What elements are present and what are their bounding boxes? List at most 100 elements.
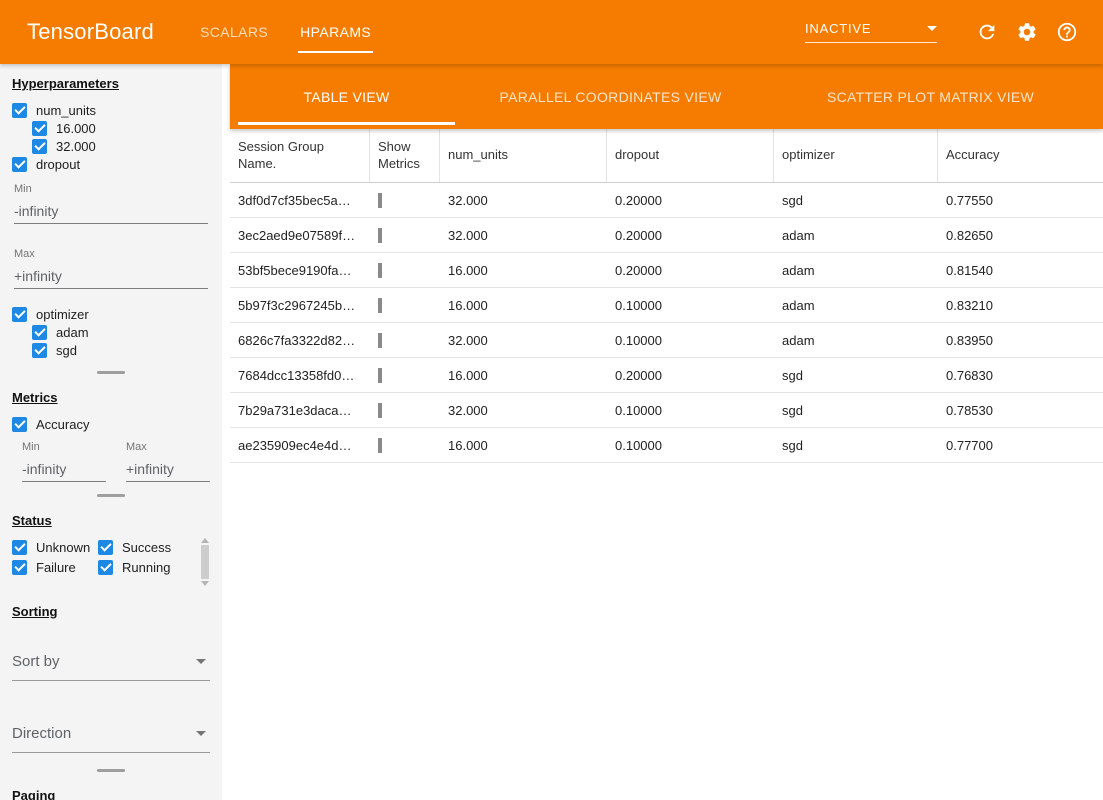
section-resize-handle[interactable] (97, 494, 125, 497)
dropout-max-input[interactable] (14, 260, 208, 289)
tab-hparams-label: HPARAMS (300, 24, 371, 40)
show-metrics-checkbox[interactable] (378, 193, 382, 208)
reload-status-value: INACTIVE (805, 21, 871, 36)
table-row[interactable]: 53bf5bece9190fa… 16.000 0.20000 adam 0.8… (230, 253, 1103, 288)
num-units-value: 32.000 (440, 403, 607, 418)
dropout-value: 0.10000 (607, 438, 774, 453)
optimizer-value: adam (774, 228, 938, 243)
status-heading: Status (12, 513, 210, 528)
table-row[interactable]: 7684dcc13358fd0… 16.000 0.20000 sgd 0.76… (230, 358, 1103, 393)
checkbox-accuracy[interactable]: Accuracy (12, 415, 210, 433)
col-accuracy[interactable]: Accuracy (938, 129, 1103, 182)
num-units-value: 32.000 (440, 193, 607, 208)
dropout-value: 0.20000 (607, 228, 774, 243)
toolbar-actions: INACTIVE (805, 20, 1079, 44)
gear-icon (1016, 21, 1038, 43)
optimizer-value: adam (774, 263, 938, 278)
metrics-heading: Metrics (12, 390, 210, 405)
checkbox-checked-icon (32, 343, 47, 358)
checkbox-status-success[interactable]: Success (98, 538, 199, 556)
sort-by-select[interactable]: Sort by (12, 649, 210, 681)
optimizer-value: sgd (774, 193, 938, 208)
status-running-label: Running (122, 560, 170, 575)
accuracy-value: 0.81540 (938, 263, 1103, 278)
dropout-value: 0.10000 (607, 298, 774, 313)
checkbox-optimizer-adam[interactable]: adam (32, 323, 210, 341)
tab-scalars-label: SCALARS (200, 24, 268, 40)
sorting-heading: Sorting (12, 604, 210, 619)
col-dropout[interactable]: dropout (607, 129, 774, 182)
tab-scatter-plot-matrix-view[interactable]: SCATTER PLOT MATRIX VIEW (758, 64, 1103, 129)
tab-table-view[interactable]: TABLE VIEW (230, 64, 463, 129)
col-optimizer[interactable]: optimizer (774, 129, 938, 182)
section-resize-handle[interactable] (97, 769, 125, 772)
session-group-name: 3ec2aed9e07589f… (230, 228, 370, 243)
tab-scalars[interactable]: SCALARS (184, 0, 284, 64)
scrollbar-thumb[interactable] (201, 545, 209, 579)
table-row[interactable]: 3df0d7cf35bec5a… 32.000 0.20000 sgd 0.77… (230, 183, 1103, 218)
session-group-name: 7b29a731e3daca… (230, 403, 370, 418)
checkbox-status-running[interactable]: Running (98, 558, 199, 576)
table-row[interactable]: 3ec2aed9e07589f… 32.000 0.20000 adam 0.8… (230, 218, 1103, 253)
dropout-value: 0.20000 (607, 263, 774, 278)
col-session-group-name[interactable]: Session Group Name. (230, 129, 370, 182)
accuracy-min-input[interactable] (22, 453, 106, 482)
session-group-name: ae235909ec4e4d… (230, 438, 370, 453)
dropout-label: dropout (36, 157, 80, 172)
hyperparameters-section: Hyperparameters num_units 16.000 32.000 … (0, 64, 222, 359)
caret-down-icon (196, 731, 206, 736)
min-label: Min (22, 441, 106, 453)
table-row[interactable]: 5b97f3c2967245b… 16.000 0.10000 adam 0.8… (230, 288, 1103, 323)
settings-button[interactable] (1015, 20, 1039, 44)
hyperparameters-heading: Hyperparameters (12, 76, 210, 91)
table-row[interactable]: 6826c7fa3322d82… 32.000 0.10000 adam 0.8… (230, 323, 1103, 358)
status-scrollbar[interactable] (199, 538, 210, 586)
tensorboard-app: { "topbar": { "title": "TensorBoard", "t… (0, 0, 1103, 800)
table-row[interactable]: ae235909ec4e4d… 16.000 0.10000 sgd 0.777… (230, 428, 1103, 463)
show-metrics-checkbox[interactable] (378, 438, 382, 453)
tab-parallel-coordinates-view[interactable]: PARALLEL COORDINATES VIEW (463, 64, 758, 129)
hparams-main: TABLE VIEW PARALLEL COORDINATES VIEW SCA… (230, 64, 1103, 800)
show-metrics-checkbox[interactable] (378, 263, 382, 278)
show-metrics-checkbox[interactable] (378, 368, 382, 383)
tab-hparams[interactable]: HPARAMS (284, 0, 387, 64)
dropout-min-input[interactable] (14, 195, 208, 224)
accuracy-value: 0.83210 (938, 298, 1103, 313)
refresh-button[interactable] (975, 20, 999, 44)
num-units-value: 32.000 (440, 228, 607, 243)
scroll-down-icon[interactable] (201, 581, 209, 586)
direction-value: Direction (12, 725, 71, 742)
tab-parallel-coordinates-view-label: PARALLEL COORDINATES VIEW (500, 89, 722, 105)
session-group-name: 7684dcc13358fd0… (230, 368, 370, 383)
min-label: Min (14, 183, 208, 195)
checkbox-checked-icon (32, 325, 47, 340)
checkbox-status-unknown[interactable]: Unknown (12, 538, 98, 556)
dropout-value: 0.10000 (607, 403, 774, 418)
accuracy-max-input[interactable] (126, 453, 210, 482)
direction-select[interactable]: Direction (12, 721, 210, 753)
scroll-up-icon[interactable] (201, 538, 209, 543)
checkbox-num-units-16[interactable]: 16.000 (32, 119, 210, 137)
section-resize-handle[interactable] (97, 371, 125, 374)
accuracy-value: 0.77550 (938, 193, 1103, 208)
checkbox-optimizer[interactable]: optimizer (12, 305, 210, 323)
show-metrics-checkbox[interactable] (378, 298, 382, 313)
checkbox-dropout[interactable]: dropout (12, 155, 210, 173)
tab-table-view-label: TABLE VIEW (304, 89, 390, 105)
checkbox-checked-icon (98, 560, 113, 575)
help-button[interactable] (1055, 20, 1079, 44)
col-show-metrics[interactable]: Show Metrics (370, 129, 440, 182)
show-metrics-checkbox[interactable] (378, 333, 382, 348)
show-metrics-checkbox[interactable] (378, 228, 382, 243)
checkbox-status-failure[interactable]: Failure (12, 558, 98, 576)
checkbox-checked-icon (12, 157, 27, 172)
checkbox-num-units-32[interactable]: 32.000 (32, 137, 210, 155)
checkbox-optimizer-sgd[interactable]: sgd (32, 341, 210, 359)
reload-status-select[interactable]: INACTIVE (805, 21, 937, 43)
show-metrics-checkbox[interactable] (378, 403, 382, 418)
table-row[interactable]: 7b29a731e3daca… 32.000 0.10000 sgd 0.785… (230, 393, 1103, 428)
accuracy-value: 0.82650 (938, 228, 1103, 243)
checkbox-num-units[interactable]: num_units (12, 101, 210, 119)
col-num-units[interactable]: num_units (440, 129, 607, 182)
num-units-value: 16.000 (440, 438, 607, 453)
